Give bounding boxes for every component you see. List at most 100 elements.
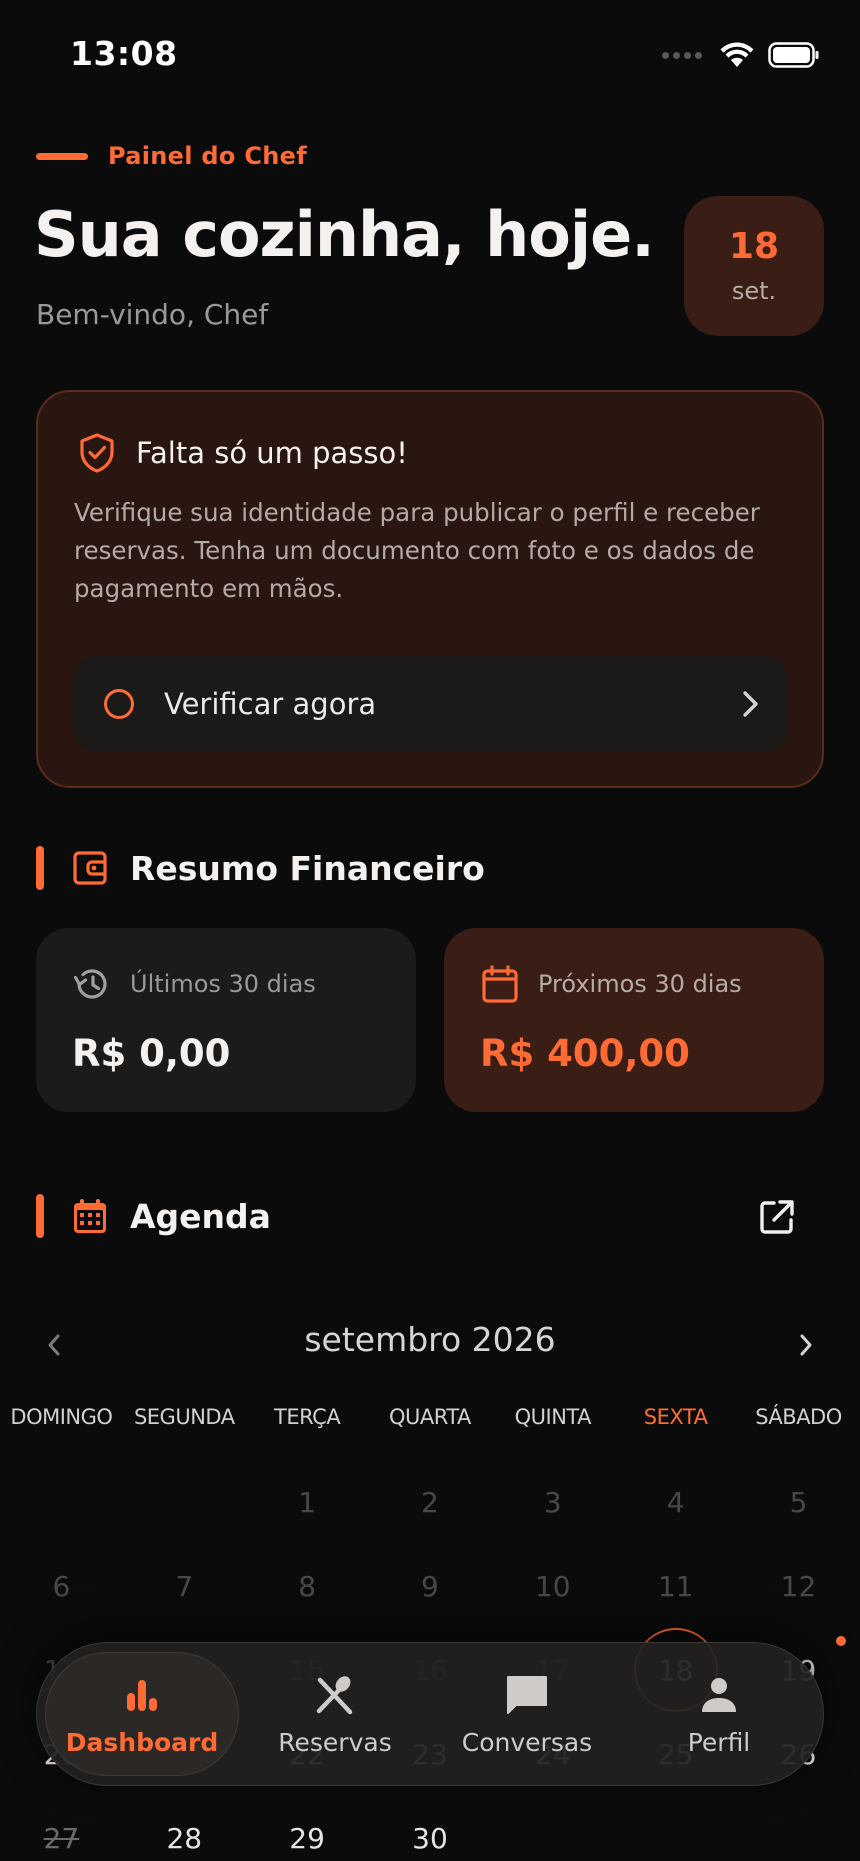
page-title: Sua cozinha, hoje. bbox=[34, 198, 655, 271]
calendar-empty-cell bbox=[0, 1460, 123, 1544]
calendar-day[interactable]: 12 bbox=[737, 1544, 860, 1628]
calendar-day[interactable]: 8 bbox=[246, 1544, 369, 1628]
calendar-day[interactable]: 9 bbox=[369, 1544, 492, 1628]
calendar-day-number: 2 bbox=[421, 1485, 439, 1519]
weekday-label: SEGUNDA bbox=[133, 1405, 235, 1429]
future-earnings-caption: Próximos 30 dias bbox=[538, 970, 742, 998]
calendar-weekdays: DOMINGO SEGUNDA TERÇA QUARTA QUINTA SEXTA SÁBA… bbox=[0, 1405, 860, 1429]
calendar-prev-button[interactable] bbox=[34, 1320, 74, 1370]
calendar-day[interactable]: 4 bbox=[614, 1460, 737, 1544]
nav-conversas[interactable]: Conversas bbox=[431, 1652, 623, 1776]
calendar-day-number: 7 bbox=[175, 1569, 194, 1603]
calendar-day-number: 9 bbox=[421, 1569, 439, 1603]
calendar-day[interactable]: 30 bbox=[369, 1796, 492, 1861]
chevron-right-icon bbox=[800, 1334, 812, 1356]
history-icon bbox=[73, 969, 107, 999]
calendar-day-number: 6 bbox=[52, 1569, 71, 1603]
section-accent-bar bbox=[36, 1194, 44, 1238]
calendar-day-number: 1 bbox=[298, 1485, 317, 1519]
calendar-day-number: 5 bbox=[789, 1485, 808, 1519]
welcome-text: Bem-vindo, Chef bbox=[36, 298, 269, 331]
agenda-section-title: Agenda bbox=[130, 1196, 271, 1236]
weekday-label: TERÇA bbox=[274, 1405, 341, 1429]
calendar-month-label: setembro 2026 bbox=[304, 1320, 556, 1359]
calendar-day-number: 28 bbox=[166, 1821, 203, 1855]
eyebrow-accent-bar bbox=[36, 152, 88, 160]
calendar-day[interactable]: 29 bbox=[246, 1796, 369, 1861]
calendar-empty-cell bbox=[491, 1796, 614, 1861]
calendar-day-number: 11 bbox=[657, 1569, 694, 1603]
past-earnings-card[interactable]: Últimos 30 dias R$ 0,00 bbox=[36, 928, 416, 1112]
calendar-day[interactable]: 6 bbox=[0, 1544, 123, 1628]
calendar-day-number: 10 bbox=[534, 1569, 571, 1603]
verify-now-button[interactable]: Verificar agora bbox=[74, 656, 788, 752]
bottom-navigation: Dashboard Reservas Conversas Perfil bbox=[36, 1642, 824, 1786]
utensils-icon bbox=[312, 1672, 358, 1718]
calendar-week-row: 6 7 8 9 10 11 12 bbox=[0, 1544, 860, 1628]
calendar-day[interactable]: 3 bbox=[491, 1460, 614, 1544]
calendar-empty-cell bbox=[737, 1796, 860, 1861]
event-indicator-dot bbox=[835, 1636, 846, 1646]
calendar-week-row: 1 2 3 4 5 bbox=[0, 1460, 860, 1544]
wifi-icon bbox=[720, 42, 754, 67]
nav-conversas-label: Conversas bbox=[461, 1727, 593, 1757]
calendar-day-number: 30 bbox=[412, 1821, 448, 1855]
calendar-day[interactable]: 5 bbox=[737, 1460, 860, 1544]
calendar-day[interactable]: 11 bbox=[614, 1544, 737, 1628]
open-external-icon bbox=[760, 1200, 794, 1234]
nav-dashboard-label: Dashboard bbox=[65, 1727, 219, 1757]
verify-now-label: Verificar agora bbox=[164, 687, 377, 721]
calendar-day-number: 4 bbox=[666, 1485, 685, 1519]
agenda-section-header: Agenda bbox=[36, 1194, 271, 1238]
status-time: 13:08 bbox=[70, 34, 178, 73]
nav-perfil[interactable]: Perfil bbox=[623, 1652, 815, 1776]
verification-title: Falta só um passo! bbox=[136, 436, 408, 470]
verification-description: Verifique sua identidade para publicar o… bbox=[74, 498, 760, 603]
signal-icon bbox=[662, 51, 702, 59]
calendar-empty-cell bbox=[614, 1796, 737, 1861]
bar-chart-icon bbox=[119, 1672, 165, 1718]
weekday-label: DOMINGO bbox=[10, 1405, 113, 1429]
calendar-day[interactable]: 10 bbox=[491, 1544, 614, 1628]
open-external-button[interactable] bbox=[754, 1194, 800, 1240]
past-earnings-caption-row: Últimos 30 dias bbox=[72, 964, 316, 1004]
future-earnings-amount: R$ 400,00 bbox=[480, 1032, 690, 1075]
status-icons bbox=[662, 38, 820, 72]
finance-section-header: Resumo Financeiro bbox=[36, 846, 485, 890]
weekday-label: SEXTA bbox=[643, 1405, 708, 1429]
verification-card: Falta só um passo! Verifique sua identid… bbox=[36, 390, 824, 788]
calendar-day[interactable]: 28 bbox=[123, 1796, 246, 1861]
calendar-day[interactable]: 2 bbox=[369, 1460, 492, 1544]
circle-icon bbox=[104, 689, 134, 719]
section-accent-bar bbox=[36, 846, 44, 890]
calendar-day[interactable]: 27 bbox=[0, 1796, 123, 1861]
calendar-next-button[interactable] bbox=[786, 1320, 826, 1370]
date-badge: 18 set. bbox=[684, 196, 824, 336]
finance-section-title: Resumo Financeiro bbox=[130, 848, 485, 888]
status-bar: 13:08 bbox=[0, 0, 860, 110]
past-earnings-amount: R$ 0,00 bbox=[72, 1032, 231, 1075]
shield-check-icon bbox=[80, 433, 114, 473]
past-earnings-caption: Últimos 30 dias bbox=[130, 970, 316, 998]
calendar-day[interactable]: 7 bbox=[123, 1544, 246, 1628]
battery-icon bbox=[768, 42, 819, 68]
nav-reservas-label: Reservas bbox=[278, 1727, 392, 1757]
future-earnings-caption-row: Próximos 30 dias bbox=[480, 964, 742, 1004]
calendar-icon bbox=[482, 965, 518, 1003]
nav-dashboard[interactable]: Dashboard bbox=[45, 1652, 239, 1776]
calendar-day-number: 29 bbox=[289, 1821, 325, 1855]
nav-perfil-label: Perfil bbox=[687, 1727, 751, 1757]
chevron-left-icon bbox=[48, 1334, 60, 1356]
chat-icon bbox=[504, 1672, 550, 1718]
future-earnings-card[interactable]: Próximos 30 dias R$ 400,00 bbox=[444, 928, 824, 1112]
calendar-day-number: 12 bbox=[780, 1569, 817, 1603]
user-icon bbox=[696, 1672, 742, 1718]
weekday-label: QUARTA bbox=[389, 1405, 471, 1429]
weekday-label: SÁBADO bbox=[755, 1405, 842, 1429]
chevron-right-icon bbox=[743, 691, 758, 717]
verification-header: Falta só um passo! bbox=[78, 432, 408, 474]
weekday-label: QUINTA bbox=[514, 1405, 592, 1429]
eyebrow-label: Painel do Chef bbox=[108, 142, 307, 170]
nav-reservas[interactable]: Reservas bbox=[239, 1652, 431, 1776]
calendar-day[interactable]: 1 bbox=[246, 1460, 369, 1544]
